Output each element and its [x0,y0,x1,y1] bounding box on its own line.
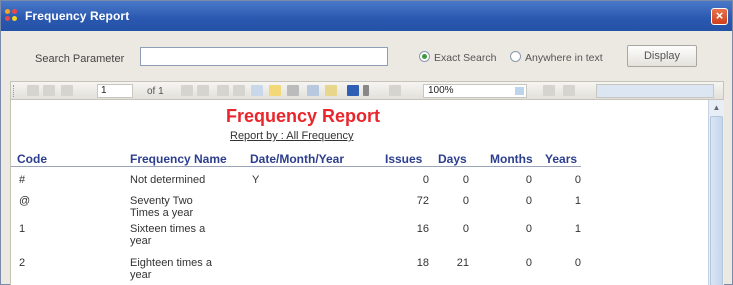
toolbar-grip[interactable] [13,85,16,97]
scroll-up-icon[interactable]: ▲ [709,100,724,115]
zoom-select[interactable]: 100% [423,84,527,98]
table-row-days: 0 [462,223,469,235]
chevron-down-icon [515,87,524,95]
table-row-years: 1 [574,195,581,207]
column-header-months: Months [490,152,533,166]
table-row-date-month-year: Y [252,174,260,186]
table-row-months: 0 [525,257,532,269]
next-page-icon[interactable] [181,85,193,96]
table-row-name: Sixteen times a year [130,223,206,247]
report-canvas: Frequency Report Report by : All Frequen… [10,100,708,285]
header-divider [11,166,581,167]
last-page-icon[interactable] [197,85,209,96]
frequency-report-window: Frequency Report × Search Parameter Exac… [0,0,733,285]
table-row-years: 0 [574,257,581,269]
page-setup-icon[interactable] [307,85,319,96]
exact-search-label: Exact Search [434,52,497,64]
zoom-icon[interactable] [389,85,401,96]
table-row-years: 1 [574,223,581,235]
table-row-code: 2 [19,257,26,269]
back-icon[interactable] [61,85,73,96]
stop-icon[interactable] [217,85,229,96]
column-header-years: Years [545,152,578,166]
column-header-frequency-name: Frequency Name [130,152,227,166]
printer-icon[interactable] [287,85,299,96]
table-row-issues: 0 [422,174,429,186]
report-title: Frequency Report [226,106,381,126]
column-header-code: Code [17,152,47,166]
page-count-label: of 1 [147,86,164,97]
print-icon[interactable] [251,85,263,96]
table-row-years: 0 [574,174,581,186]
table-row-months: 0 [525,174,532,186]
refresh-icon[interactable] [233,85,245,96]
table-row-days: 0 [462,195,469,207]
table-row-name: Eighteen times a year [130,257,212,281]
export-document-icon[interactable] [269,85,281,96]
table-row-months: 0 [525,195,532,207]
anywhere-in-text-radio[interactable] [510,51,521,62]
anywhere-in-text-label: Anywhere in text [525,52,603,64]
find-icon[interactable] [543,85,555,96]
layout-icon[interactable] [325,85,337,96]
report-subtitle: Report by : All Frequency [230,130,354,142]
app-icon [5,9,19,23]
page-number-input[interactable]: 1 [97,84,133,98]
search-panel: Search Parameter Exact Search Anywhere i… [1,31,732,79]
title-bar[interactable]: Frequency Report × [1,1,732,31]
column-header-date-month-year: Date/Month/Year [250,152,345,166]
table-row-months: 0 [525,223,532,235]
table-row-days: 21 [456,257,469,269]
zoom-value: 100% [428,85,454,96]
column-header-days: Days [438,152,467,166]
save-icon[interactable] [347,85,359,96]
first-page-icon[interactable] [27,85,39,96]
table-row-code: @ [19,195,31,207]
column-header-issues: Issues [385,152,423,166]
search-parameter-input[interactable] [140,47,388,66]
vertical-scrollbar[interactable]: ▲ [708,100,724,285]
table-row-issues: 72 [416,195,429,207]
table-row-code: # [19,174,26,186]
table-row-issues: 16 [416,223,429,235]
table-row-name: Not determined [130,174,206,186]
table-row-code: 1 [19,223,26,235]
table-row-days: 0 [462,174,469,186]
save-dropdown-icon[interactable] [363,85,369,96]
scroll-thumb[interactable] [710,116,723,285]
previous-page-icon[interactable] [43,85,55,96]
table-row-issues: 18 [416,257,429,269]
exact-search-radio[interactable] [419,51,430,62]
window-title: Frequency Report [25,9,130,23]
find-next-icon[interactable] [563,85,575,96]
search-parameter-label: Search Parameter [35,53,125,65]
close-button[interactable]: × [711,8,728,25]
table-row-name: Seventy Two Times a year [130,195,194,219]
display-button[interactable]: Display [627,45,697,67]
report-viewer-toolbar: 1 of 1 100% [10,81,724,100]
find-input[interactable] [596,84,714,98]
